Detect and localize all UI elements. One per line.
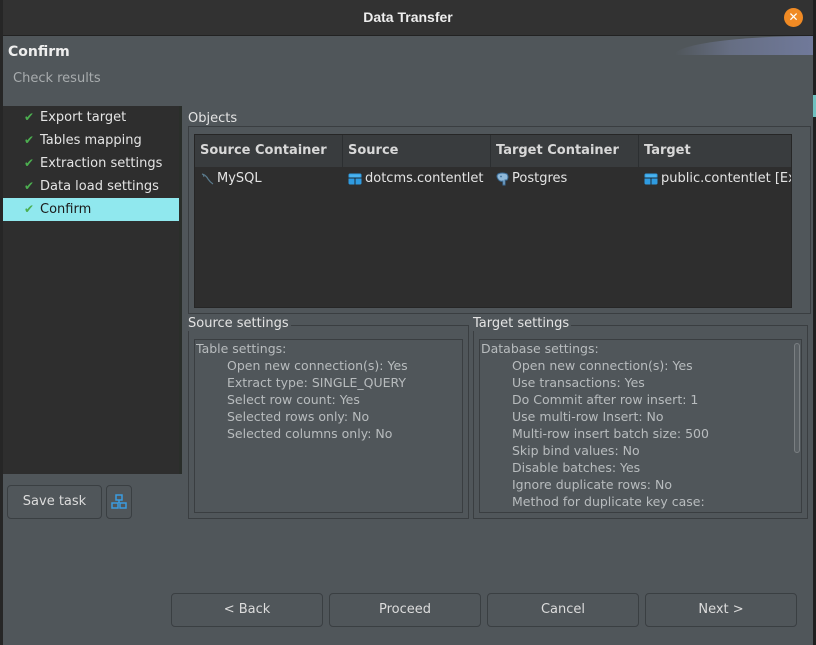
objects-table: Source Container Source Target Container…: [194, 134, 792, 308]
cell-source: dotcms.contentlet: [343, 167, 491, 191]
target-settings-heading: Database settings:: [481, 341, 599, 356]
check-icon: ✔: [24, 156, 35, 170]
mysql-icon: [201, 172, 214, 184]
table-icon: [348, 173, 362, 184]
target-container-text: Postgres: [512, 171, 568, 186]
column-header-source[interactable]: Source: [343, 135, 491, 167]
cell-source-container: MySQL: [195, 167, 343, 191]
target-setting-item: Disable batches: Yes: [512, 460, 641, 475]
save-task-button[interactable]: Save task: [7, 485, 102, 519]
table-icon: [644, 173, 658, 184]
cancel-button[interactable]: Cancel: [487, 593, 639, 627]
source-text: dotcms.contentlet: [365, 171, 484, 186]
source-setting-item: Selected columns only: No: [227, 426, 393, 441]
step-label: Extraction settings: [40, 156, 163, 171]
target-text: public.contentlet [Exi: [661, 171, 791, 186]
source-settings-label: Source settings: [188, 316, 291, 331]
column-header-target-container[interactable]: Target Container: [491, 135, 639, 167]
cell-target: public.contentlet [Exi: [639, 167, 791, 191]
page-subtitle: Check results: [13, 71, 101, 86]
target-settings-label: Target settings: [473, 316, 572, 331]
objects-group-label: Objects: [188, 111, 240, 126]
target-setting-item: Open new connection(s): Yes: [512, 358, 693, 373]
target-setting-item: Skip bind values: No: [512, 443, 640, 458]
check-icon: ✔: [24, 202, 35, 216]
target-setting-item: Multi-row insert batch size: 500: [512, 426, 709, 441]
check-icon: ✔: [24, 133, 35, 147]
wizard-steps: ✔ Export target ✔ Tables mapping ✔ Extra…: [3, 106, 179, 474]
page-title: Confirm: [8, 44, 70, 60]
check-icon: ✔: [24, 110, 35, 124]
target-setting-item: Ignore duplicate rows: No: [512, 477, 672, 492]
close-button[interactable]: ✕: [784, 8, 803, 27]
step-label: Export target: [40, 110, 127, 125]
table-row[interactable]: MySQL dotcms.contentlet Postgres public.…: [195, 167, 791, 191]
source-settings-heading: Table settings:: [196, 341, 287, 356]
steps-divider: [179, 106, 182, 474]
header-decoration: [675, 36, 813, 55]
source-setting-item: Open new connection(s): Yes: [227, 358, 408, 373]
target-setting-item: Method for duplicate key case:: [512, 494, 705, 509]
source-container-text: MySQL: [217, 171, 262, 186]
step-data-load-settings[interactable]: ✔ Data load settings: [3, 175, 179, 198]
step-label: Confirm: [40, 202, 92, 217]
proceed-button[interactable]: Proceed: [329, 593, 481, 627]
target-settings-scrollbar[interactable]: [794, 343, 800, 453]
source-setting-item: Selected rows only: No: [227, 409, 370, 424]
data-transfer-dialog: Data Transfer ✕ Confirm Check results ✔ …: [3, 0, 813, 645]
check-icon: ✔: [24, 179, 35, 193]
target-setting-item: Use multi-row Insert: No: [512, 409, 664, 424]
step-tables-mapping[interactable]: ✔ Tables mapping: [3, 129, 179, 152]
step-extraction-settings[interactable]: ✔ Extraction settings: [3, 152, 179, 175]
step-label: Tables mapping: [40, 133, 142, 148]
table-header: Source Container Source Target Container…: [195, 135, 791, 167]
target-setting-item: Use transactions: Yes: [512, 375, 645, 390]
title-bar: Data Transfer ✕: [3, 0, 813, 36]
task-hierarchy-icon: [111, 494, 127, 509]
source-setting-item: Select row count: Yes: [227, 392, 360, 407]
postgres-icon: [496, 172, 509, 185]
task-config-button[interactable]: [106, 485, 132, 519]
source-setting-item: Extract type: SINGLE_QUERY: [227, 375, 407, 390]
target-settings-text[interactable]: Database settings: Open new connection(s…: [479, 339, 802, 513]
source-settings-text[interactable]: Table settings: Open new connection(s): …: [194, 339, 463, 513]
target-setting-item: Do Commit after row insert: 1: [512, 392, 699, 407]
next-button[interactable]: Next >: [645, 593, 797, 627]
close-icon: ✕: [788, 10, 799, 24]
step-export-target[interactable]: ✔ Export target: [3, 106, 179, 129]
column-header-target[interactable]: Target: [639, 135, 791, 167]
column-header-source-container[interactable]: Source Container: [195, 135, 343, 167]
cell-target-container: Postgres: [491, 167, 639, 191]
window-title: Data Transfer: [363, 9, 453, 25]
step-confirm[interactable]: ✔ Confirm: [3, 198, 179, 221]
step-label: Data load settings: [40, 179, 159, 194]
back-button[interactable]: < Back: [171, 593, 323, 627]
